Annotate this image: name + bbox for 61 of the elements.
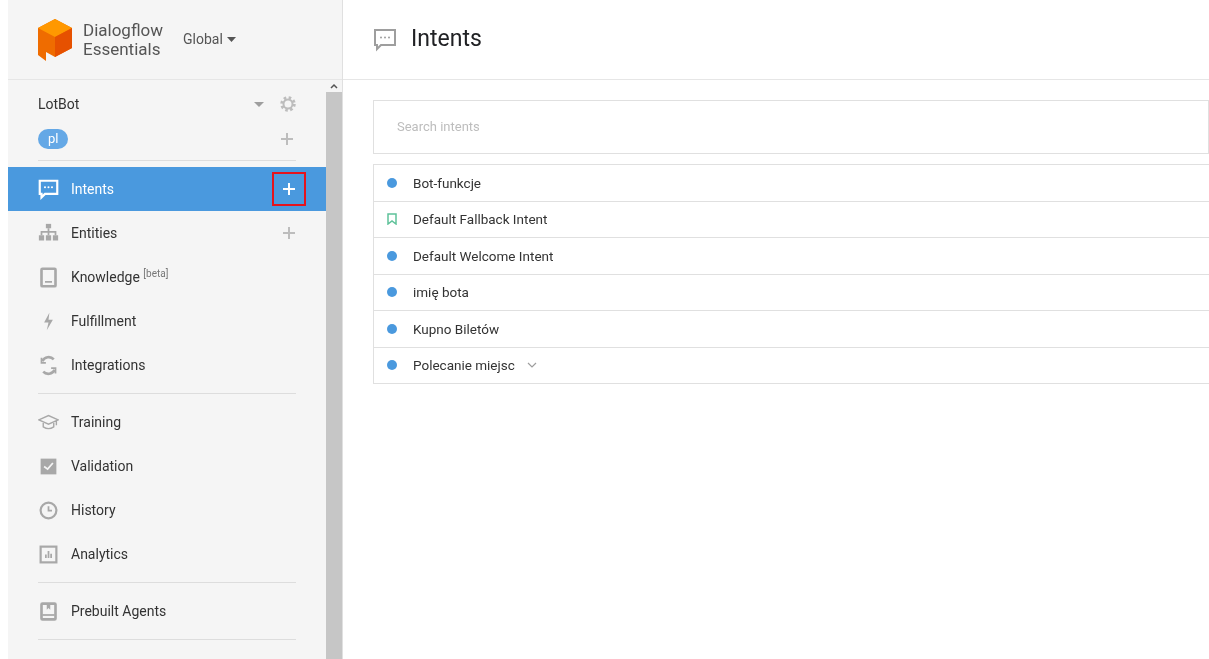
nav-label: Analytics — [71, 544, 130, 564]
nav-item[interactable]: Fulfillment — [8, 299, 326, 343]
clock-icon — [38, 499, 59, 521]
intent-row[interactable]: Default Welcome Intent — [374, 238, 1209, 275]
book-icon — [38, 600, 59, 622]
intent-name: Default Fallback Intent — [413, 210, 548, 230]
nav-item[interactable]: Training — [8, 400, 326, 444]
add-icon[interactable] — [272, 172, 306, 206]
search-field[interactable]: Search intents — [373, 100, 1209, 154]
intent-name: imię bota — [413, 283, 469, 303]
agent-name[interactable]: LotBot — [38, 93, 254, 115]
intent-name: Kupno Biletów — [413, 319, 500, 339]
nav-item[interactable]: Integrations — [8, 343, 326, 387]
intent-row[interactable]: Polecanie miejsc — [374, 347, 1209, 384]
intent-row[interactable]: Kupno Biletów — [374, 311, 1209, 348]
intent-name: Default Welcome Intent — [413, 246, 554, 266]
intent-row[interactable]: imię bota — [374, 274, 1209, 311]
nav-label: Validation — [71, 456, 135, 476]
status-dot-icon — [387, 323, 397, 334]
book-icon — [38, 266, 59, 288]
nav-label: Intents — [71, 179, 116, 199]
intent-row[interactable]: Bot-funkcje — [374, 165, 1209, 202]
settings-icon[interactable] — [278, 94, 298, 114]
nav-item[interactable]: Prebuilt Agents — [8, 589, 326, 633]
nav-item[interactable]: Entities — [8, 211, 326, 255]
region-dropdown[interactable]: Global — [183, 29, 236, 50]
caret-icon — [226, 37, 236, 42]
nav-label: Training — [71, 412, 123, 432]
bookmark-icon — [387, 213, 397, 226]
bar-chart-icon — [38, 543, 59, 565]
chevron-down-icon[interactable] — [526, 362, 537, 369]
add-language-icon[interactable] — [280, 132, 294, 146]
status-dot-icon — [387, 287, 397, 298]
scroll-up-icon[interactable] — [330, 83, 338, 89]
scrollbar[interactable] — [326, 80, 342, 659]
chat-icon — [38, 178, 59, 200]
nav-label: Integrations — [71, 355, 147, 375]
nav-item[interactable]: Validation — [8, 444, 326, 488]
nav-item[interactable]: Knowledge $^{[beta]}$ — [8, 255, 326, 299]
caret-icon[interactable] — [254, 101, 264, 107]
status-dot-icon — [387, 250, 397, 261]
logo-icon — [36, 16, 74, 63]
nav-label: Entities — [71, 223, 119, 243]
intent-name: Bot-funkcje — [413, 173, 481, 193]
refresh-icon — [38, 354, 59, 376]
nav-item[interactable]: History — [8, 488, 326, 532]
page-title: Intents — [411, 24, 482, 55]
nav-label: Prebuilt Agents — [71, 601, 168, 621]
nav-label: Fulfillment — [71, 311, 138, 331]
status-dot-icon — [387, 360, 397, 371]
intent-name: Polecanie miejsc — [413, 356, 515, 376]
status-dot-icon — [387, 177, 397, 188]
chat-icon — [373, 27, 397, 52]
nav-item[interactable]: Analytics — [8, 532, 326, 576]
intent-row[interactable]: Default Fallback Intent — [374, 201, 1209, 238]
hierarchy-icon — [38, 222, 59, 244]
search-input[interactable]: Search intents — [397, 117, 1208, 137]
brand-name: Essentials — [83, 39, 161, 59]
nav-label: Knowledge $^{[beta]}$ — [71, 266, 170, 287]
brand-name: Dialogflow — [83, 20, 164, 40]
nav-label: History — [71, 500, 117, 520]
